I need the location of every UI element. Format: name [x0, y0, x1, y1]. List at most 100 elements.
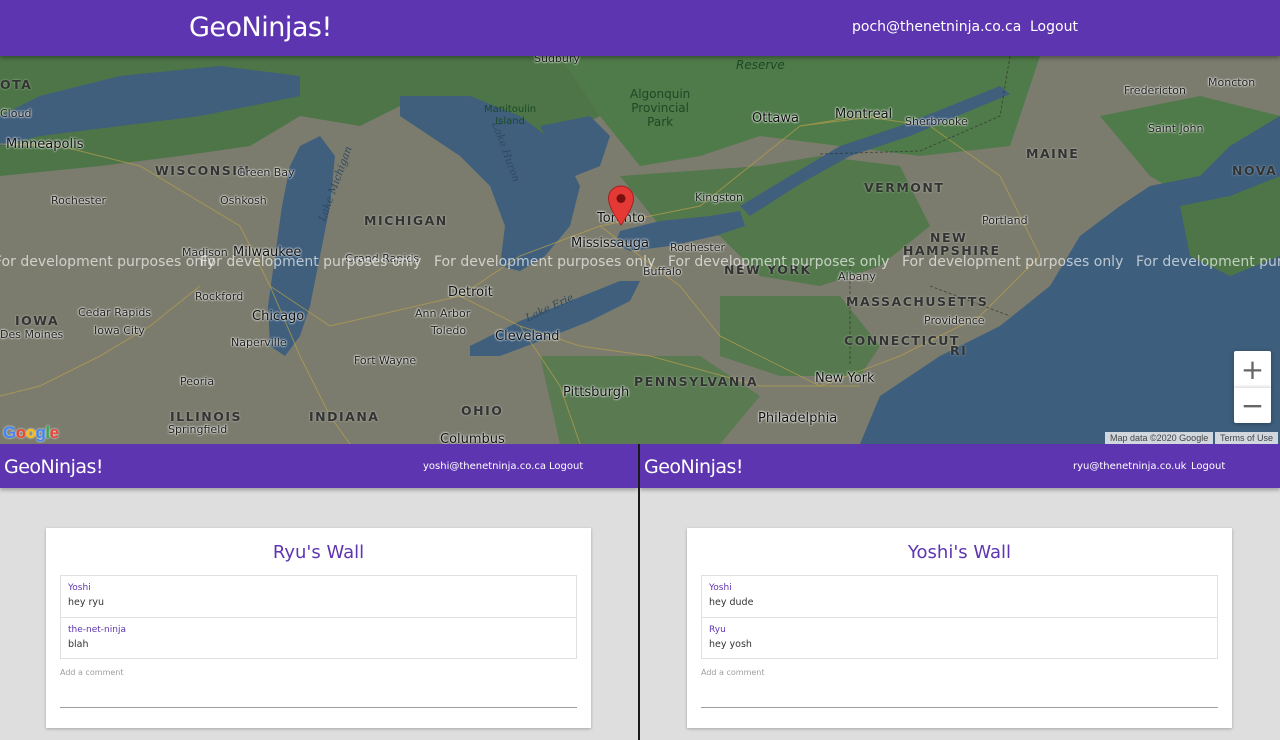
comment-input-label: Add a comment	[701, 668, 765, 677]
map-label-rochester-ny: Rochester	[670, 241, 725, 254]
comment-input-label: Add a comment	[60, 668, 124, 677]
map-watermark: For development purposes only	[434, 254, 656, 270]
map-view[interactable]: Lake Michigan Lake Huron Lake Erie OTA C…	[0, 56, 1280, 444]
map-label-moncton: Moncton	[1208, 76, 1256, 89]
map-label-mississauga: Mississauga	[571, 236, 649, 251]
user-email[interactable]: yoshi@thenetninja.co.ca	[423, 461, 546, 472]
map-label-fort-wayne: Fort Wayne	[354, 354, 417, 367]
map-label-nova: NOVA S	[1232, 163, 1280, 178]
map-label-chicago: Chicago	[252, 309, 305, 324]
wall-title: Yoshi's Wall	[907, 542, 1012, 563]
map-watermark: For development purposes only	[1136, 254, 1280, 270]
wall-card: Ryu's Wall Yoshi hey ryu the-net-ninja b…	[46, 528, 591, 728]
comment-author: Ryu	[709, 625, 726, 635]
map-label-connecticut: CONNECTICUT	[844, 333, 960, 348]
logout-link[interactable]: Logout	[1191, 461, 1225, 472]
map-label-pennsylvania: PENNSYLVANIA	[634, 374, 759, 389]
map-label-ohio: OHIO	[461, 403, 504, 418]
top-navbar: GeoNinjas! poch@thenetninja.co.ca Logout	[0, 0, 1280, 56]
map-label-montreal: Montreal	[835, 107, 893, 122]
map-label-vermont: VERMONT	[864, 180, 945, 195]
map-label-pittsburgh: Pittsburgh	[563, 385, 630, 400]
map-label-green-bay: Green Bay	[237, 166, 295, 179]
map-label-cedar-rapids: Cedar Rapids	[78, 306, 152, 319]
map-label-ri: RI	[950, 343, 968, 358]
map-label-iowa-city: Iowa City	[94, 324, 145, 337]
map-watermark: For development purposes only	[902, 254, 1124, 270]
user-email[interactable]: poch@thenetninja.co.ca	[852, 19, 1021, 35]
right-browser-pane: GeoNinjas! ryu@thenetninja.co.uk Logout …	[640, 444, 1280, 740]
comment-text: blah	[68, 639, 89, 650]
map-label-reserve: Reserve	[736, 58, 785, 72]
comment-input[interactable]	[701, 678, 1218, 708]
map-label-detroit: Detroit	[448, 285, 493, 300]
map-label-ann-arbor: Ann Arbor	[415, 307, 471, 320]
comment-input[interactable]	[60, 678, 577, 708]
map-watermark: For development purposes only	[668, 254, 890, 270]
comment-list: Yoshi hey ryu the-net-ninja blah	[60, 575, 577, 659]
map-label-toledo: Toledo	[431, 324, 467, 337]
map-label-new-york-city: New York	[815, 371, 875, 386]
logout-link[interactable]: Logout	[1030, 19, 1078, 35]
google-logo[interactable]: Google	[3, 423, 59, 443]
zoom-in-button[interactable]: +	[1234, 351, 1271, 387]
map-label-portland: Portland	[982, 214, 1028, 227]
map-label-peoria: Peoria	[180, 375, 215, 388]
comment-author: Yoshi	[68, 583, 91, 593]
terms-of-use-link[interactable]: Terms of Use	[1215, 432, 1279, 444]
map-watermark: For development purposes only	[200, 254, 422, 270]
map-label-iowa: IOWA	[15, 313, 60, 328]
map-label-springfield: Springfield	[168, 423, 228, 436]
map-label-oshkosh: Oshkosh	[220, 194, 267, 207]
map-label-michigan: MICHIGAN	[364, 213, 448, 228]
map-label-illinois: ILLINOIS	[170, 409, 242, 424]
map-label-providence: Providence	[924, 314, 985, 327]
map-label-sudbury: Sudbury	[534, 56, 580, 65]
logout-link[interactable]: Logout	[549, 461, 583, 472]
left-navbar: GeoNinjas! yoshi@thenetninja.co.ca Logou…	[0, 444, 638, 488]
zoom-out-button[interactable]: −	[1234, 387, 1271, 423]
comment-author: Yoshi	[709, 583, 732, 593]
wall-card: Yoshi's Wall Yoshi hey dude Ryu hey yosh…	[687, 528, 1232, 728]
map-label-cleveland: Cleveland	[495, 329, 560, 344]
map-label-rochester-mn: Rochester	[51, 194, 106, 207]
map-label-indiana: INDIANA	[309, 409, 380, 424]
brand-logo[interactable]: GeoNinjas!	[4, 456, 104, 478]
comment-text: hey dude	[709, 597, 754, 608]
comment-item: Ryu hey yosh	[702, 617, 1217, 658]
map-watermark: For development purposes only	[0, 254, 216, 270]
map-marker-icon[interactable]	[607, 185, 635, 227]
comment-author: the-net-ninja	[68, 625, 126, 635]
comment-item: Yoshi hey ryu	[61, 576, 576, 617]
comment-text: hey yosh	[709, 639, 752, 650]
left-browser-pane: GeoNinjas! yoshi@thenetninja.co.ca Logou…	[0, 444, 638, 740]
map-label-sherbrooke: Sherbrooke	[905, 115, 968, 128]
wall-title: Ryu's Wall	[272, 542, 365, 563]
brand-logo[interactable]: GeoNinjas!	[189, 12, 332, 43]
user-email[interactable]: ryu@thenetninja.co.uk	[1073, 461, 1186, 472]
map-label-columbus: Columbus	[440, 432, 505, 444]
brand-logo[interactable]: GeoNinjas!	[644, 456, 744, 478]
map-label-rockford: Rockford	[195, 290, 244, 303]
map-label-fredericton: Fredericton	[1124, 84, 1186, 97]
map-label-ottawa: Ottawa	[752, 111, 799, 126]
map-label-des-moines: Des Moines	[0, 328, 64, 341]
map-label-maine: MAINE	[1026, 146, 1080, 161]
right-navbar: GeoNinjas! ryu@thenetninja.co.uk Logout	[640, 444, 1280, 488]
map-label-cloud: Cloud	[0, 107, 32, 120]
map-label-naperville: Naperville	[231, 336, 287, 349]
map-label-manitoulin: Manitoulin Island	[484, 104, 537, 127]
comment-text: hey ryu	[68, 597, 105, 608]
map-label-massachusetts: MASSACHUSETTS	[846, 294, 989, 309]
map-label-albany: Albany	[838, 270, 876, 283]
map-label-philadelphia: Philadelphia	[758, 411, 838, 426]
map-label-ota: OTA	[0, 77, 33, 92]
comment-item: Yoshi hey dude	[702, 576, 1217, 617]
map-label-kingston: Kingston	[695, 191, 743, 204]
map-label-minneapolis: Minneapolis	[6, 137, 84, 152]
comment-item: the-net-ninja blah	[61, 617, 576, 658]
comment-list: Yoshi hey dude Ryu hey yosh	[701, 575, 1218, 659]
map-attribution: Map data ©2020 Google	[1105, 432, 1214, 444]
map-label-algonquin: Algonquin Provincial Park	[630, 87, 691, 129]
map-label-saint-john: Saint John	[1148, 122, 1204, 135]
